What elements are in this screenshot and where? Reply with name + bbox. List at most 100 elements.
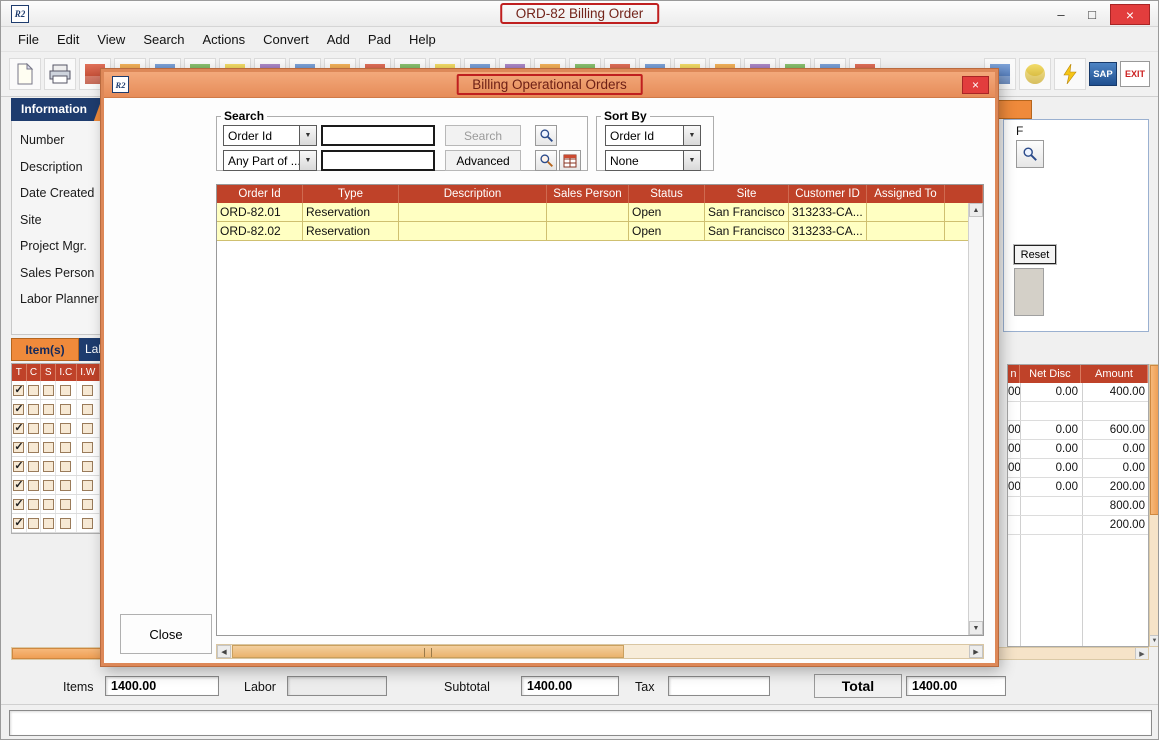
menu-add[interactable]: Add <box>318 28 359 51</box>
maximize-button[interactable]: □ <box>1079 4 1105 25</box>
grid-checkbox[interactable] <box>43 518 54 529</box>
orders-header[interactable]: Status <box>629 185 705 203</box>
grid-checkbox[interactable] <box>28 480 39 491</box>
subtotal-field[interactable]: 1400.00 <box>521 676 619 696</box>
chevron-down-icon[interactable]: ▼ <box>683 126 700 145</box>
grid-checkbox[interactable] <box>60 442 71 453</box>
grid-checkbox[interactable] <box>82 499 93 510</box>
total-field[interactable]: 1400.00 <box>906 676 1006 696</box>
grid-checkbox[interactable] <box>82 385 93 396</box>
menu-convert[interactable]: Convert <box>254 28 318 51</box>
chevron-down-icon[interactable]: ▼ <box>299 126 316 145</box>
advanced-search-input[interactable] <box>321 150 435 171</box>
grid-checkbox[interactable] <box>13 442 24 453</box>
dialog-close-icon[interactable]: × <box>962 76 989 94</box>
grid-checkbox[interactable] <box>60 404 71 415</box>
tax-field[interactable] <box>668 676 770 696</box>
chevron-down-icon[interactable]: ▼ <box>299 151 316 170</box>
amounts-row[interactable]: 000.00600.00 <box>1008 421 1148 440</box>
orders-header[interactable]: Description <box>399 185 547 203</box>
grid-checkbox[interactable] <box>82 423 93 434</box>
menu-search[interactable]: Search <box>134 28 193 51</box>
amounts-row[interactable]: 800.00 <box>1008 497 1148 516</box>
sap-icon[interactable]: SAP <box>1089 62 1117 86</box>
amounts-row[interactable]: 000.00200.00 <box>1008 478 1148 497</box>
grid-checkbox[interactable] <box>28 518 39 529</box>
orders-header[interactable]: Site <box>705 185 789 203</box>
scroll-up-icon[interactable]: ▲ <box>969 203 983 217</box>
orders-header[interactable]: Assigned To <box>867 185 945 203</box>
grid-checkbox[interactable] <box>28 461 39 472</box>
exit-icon[interactable]: EXIT <box>1120 61 1150 87</box>
order-row[interactable]: ORD-82.02ReservationOpenSan Francisco313… <box>217 222 983 241</box>
amounts-row[interactable]: 000.000.00 <box>1008 440 1148 459</box>
search-field-combo[interactable]: Order Id▼ <box>223 125 317 146</box>
grid-checkbox[interactable] <box>43 404 54 415</box>
amounts-row[interactable]: 200.00 <box>1008 516 1148 535</box>
grid-checkbox[interactable] <box>43 442 54 453</box>
menu-actions[interactable]: Actions <box>194 28 255 51</box>
menu-pad[interactable]: Pad <box>359 28 400 51</box>
orders-horizontal-scrollbar[interactable]: ◀ ▶ <box>216 644 984 659</box>
notes-box[interactable] <box>1014 268 1044 316</box>
new-document-icon[interactable] <box>9 58 41 90</box>
search-button[interactable]: Search <box>445 125 521 146</box>
dialog-close-button[interactable]: Close <box>120 614 212 654</box>
items-total-field[interactable]: 1400.00 <box>105 676 219 696</box>
grid-checkbox[interactable] <box>82 404 93 415</box>
tab-items[interactable]: Item(s) <box>11 338 79 361</box>
grid-checkbox[interactable] <box>28 404 39 415</box>
orders-header[interactable]: Type <box>303 185 399 203</box>
advanced-button[interactable]: Advanced <box>445 150 521 171</box>
search-edit-icon[interactable] <box>535 150 557 171</box>
grid-checkbox[interactable] <box>43 385 54 396</box>
grid-checkbox[interactable] <box>43 461 54 472</box>
grid-checkbox[interactable] <box>60 499 71 510</box>
scroll-left-icon[interactable]: ◀ <box>217 645 231 658</box>
grid-checkbox[interactable] <box>13 518 24 529</box>
grid-checkbox[interactable] <box>13 461 24 472</box>
smiley-icon[interactable] <box>1019 58 1051 90</box>
grid-checkbox[interactable] <box>13 404 24 415</box>
orders-vertical-scrollbar[interactable]: ▲ ▼ <box>968 203 983 635</box>
menu-help[interactable]: Help <box>400 28 445 51</box>
grid-checkbox[interactable] <box>28 385 39 396</box>
orders-header[interactable]: Sales Person <box>547 185 629 203</box>
grid-checkbox[interactable] <box>60 518 71 529</box>
scroll-down-icon[interactable]: ▼ <box>969 621 983 635</box>
reset-button[interactable]: Reset <box>1014 245 1056 264</box>
minimize-button[interactable]: – <box>1048 4 1074 25</box>
search-input[interactable] <box>321 125 435 146</box>
search-icon-button[interactable] <box>1016 140 1044 168</box>
grid-view-icon[interactable] <box>559 150 581 171</box>
grid-checkbox[interactable] <box>82 480 93 491</box>
amounts-row[interactable]: 000.00400.00 <box>1008 383 1148 402</box>
chevron-down-icon[interactable]: ▼ <box>683 151 700 170</box>
order-row[interactable]: ORD-82.01ReservationOpenSan Francisco313… <box>217 203 983 222</box>
orders-header[interactable]: Customer ID <box>789 185 867 203</box>
right-panel-tab[interactable] <box>996 100 1032 119</box>
grid-checkbox[interactable] <box>82 461 93 472</box>
scroll-down-icon[interactable]: ▼ <box>1150 635 1159 646</box>
grid-checkbox[interactable] <box>82 442 93 453</box>
grid-checkbox[interactable] <box>82 518 93 529</box>
main-vertical-scrollbar[interactable]: ▼ <box>1149 364 1159 647</box>
app-logo-icon[interactable]: R2 <box>11 5 29 23</box>
dialog-logo-icon[interactable]: R2 <box>112 76 129 93</box>
amounts-row[interactable]: 000.000.00 <box>1008 459 1148 478</box>
orders-header[interactable]: Order Id <box>217 185 303 203</box>
grid-checkbox[interactable] <box>13 423 24 434</box>
scroll-right-icon[interactable]: ▶ <box>1135 648 1148 659</box>
match-mode-combo[interactable]: Any Part of ...▼ <box>223 150 317 171</box>
scrollbar-thumb[interactable] <box>12 648 104 659</box>
scrollbar-thumb[interactable] <box>232 645 624 658</box>
sort-primary-combo[interactable]: Order Id▼ <box>605 125 701 146</box>
grid-checkbox[interactable] <box>60 385 71 396</box>
grid-checkbox[interactable] <box>43 499 54 510</box>
grid-checkbox[interactable] <box>43 423 54 434</box>
lookup-icon[interactable] <box>535 125 557 146</box>
grid-checkbox[interactable] <box>43 480 54 491</box>
print-icon[interactable] <box>44 58 76 90</box>
grid-checkbox[interactable] <box>28 499 39 510</box>
scrollbar-thumb[interactable] <box>1150 365 1159 515</box>
